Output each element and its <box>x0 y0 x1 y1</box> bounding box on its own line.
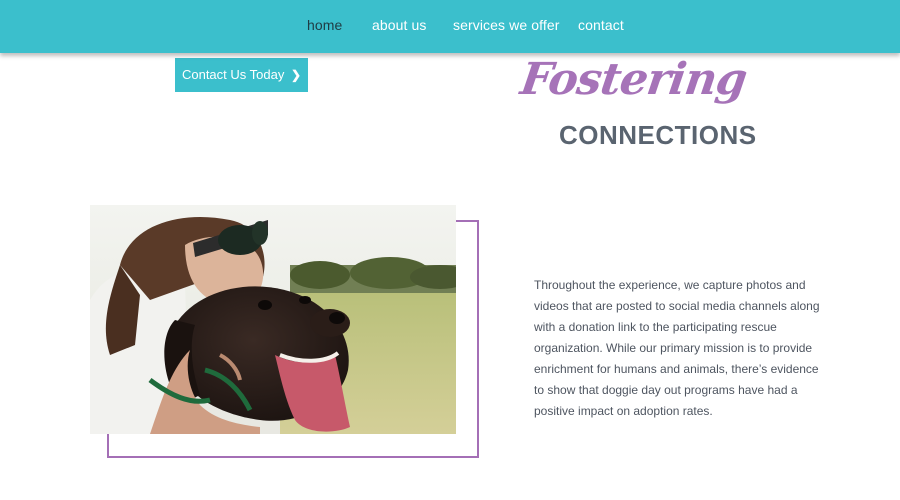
nav-link-services[interactable]: services we offer <box>453 17 559 33</box>
woman-hugging-dog-photo <box>90 205 456 434</box>
contact-us-today-label: Contact Us Today <box>181 67 285 82</box>
main-nav: home about us services we offer contact <box>0 17 900 39</box>
nav-link-about-us[interactable]: about us <box>372 17 427 33</box>
chevron-right-icon: ❯ <box>290 68 302 82</box>
hero-script-title: Fostering <box>517 54 750 105</box>
photo-illustration <box>90 205 456 434</box>
nav-link-contact[interactable]: contact <box>578 17 624 33</box>
page: home about us services we offer contact … <box>0 0 900 500</box>
hero-subtitle: CONNECTIONS <box>559 120 757 150</box>
contact-us-today-button[interactable]: Contact Us Today ❯ <box>175 58 308 92</box>
top-navigation-bar: home about us services we offer contact <box>0 0 900 53</box>
nav-link-home[interactable]: home <box>307 17 342 33</box>
main-paragraph: Throughout the experience, we capture ph… <box>534 278 820 418</box>
